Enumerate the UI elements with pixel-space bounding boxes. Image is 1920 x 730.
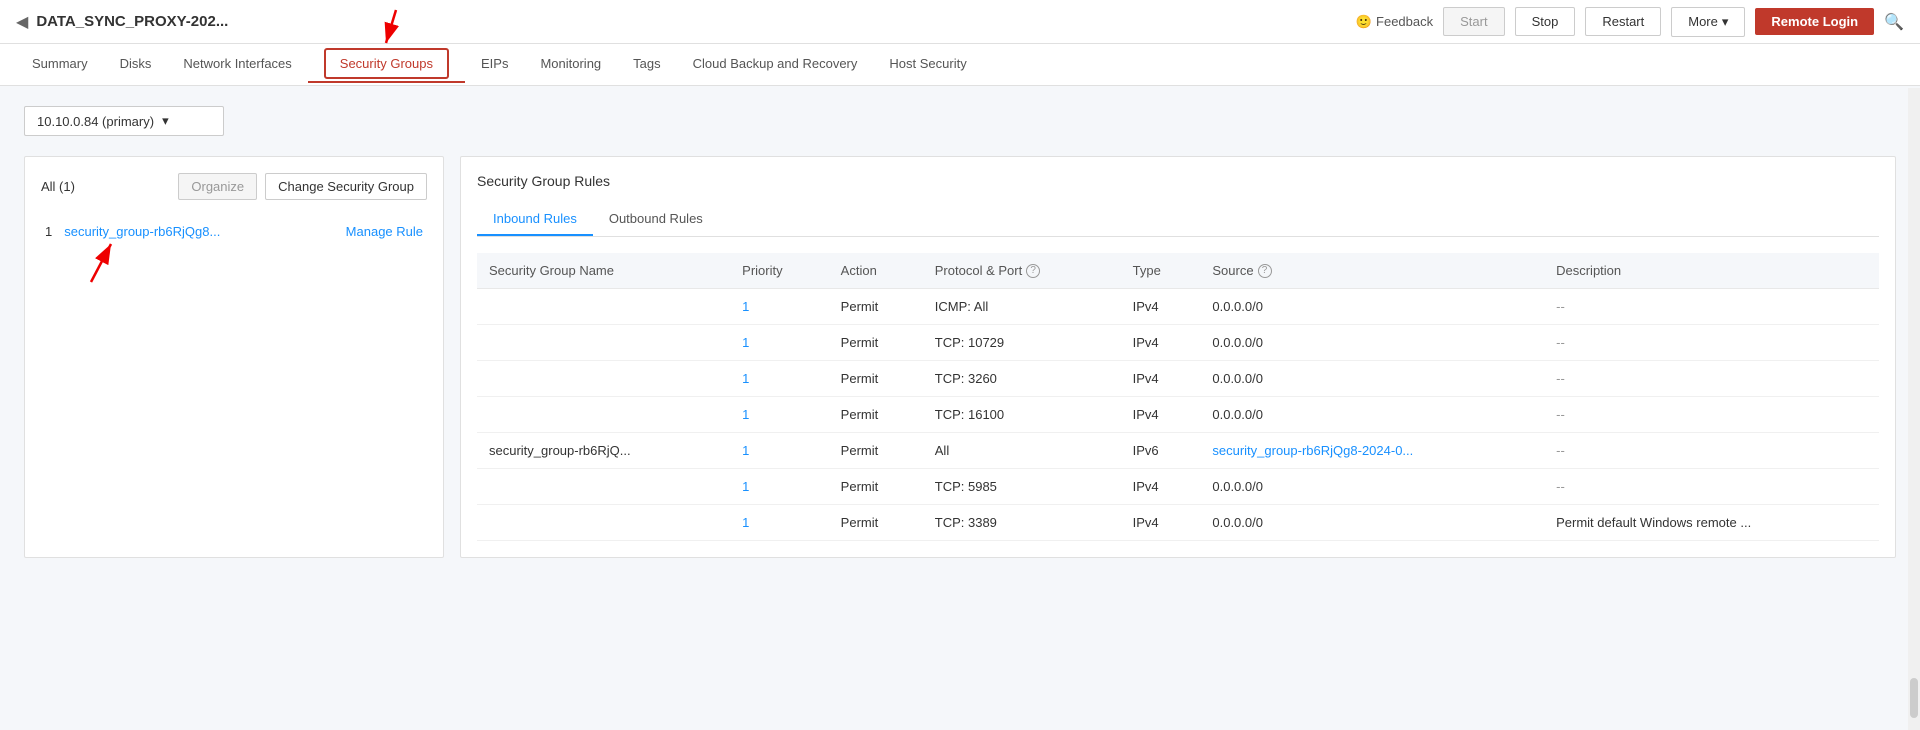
more-button[interactable]: More ▾ [1671,7,1745,37]
rules-table-body: 1PermitICMP: AllIPv40.0.0.0/0--1PermitTC… [477,289,1879,541]
scrollbar[interactable] [1908,88,1920,730]
organize-button: Organize [178,173,257,200]
col-source: Source ? [1200,253,1544,289]
content-area: 10.10.0.84 (primary) ▾ All (1) Organize … [0,86,1920,730]
col-action: Action [829,253,923,289]
col-sg-name: Security Group Name [477,253,730,289]
back-button[interactable]: ◀ [16,12,28,32]
col-priority: Priority [730,253,829,289]
stop-label: Stop [1532,14,1559,29]
left-panel-title: All (1) [41,179,75,194]
page-title: DATA_SYNC_PROXY-202... [36,13,228,30]
right-panel: Security Group Rules Inbound Rules Outbo… [460,156,1896,558]
tab-network-interfaces[interactable]: Network Interfaces [167,46,307,83]
col-description: Description [1544,253,1879,289]
manage-rule-link[interactable]: Manage Rule [346,224,423,239]
tab-security-groups[interactable]: Security Groups [308,46,465,83]
more-chevron-icon: ▾ [1722,14,1729,30]
table-header-row: Security Group Name Priority Action Prot… [477,253,1879,289]
sg-item-number: 1 [45,224,52,239]
top-bar: ◀ DATA_SYNC_PROXY-202... 🙂 Feedback Star… [0,0,1920,44]
right-panel-title: Security Group Rules [477,173,1879,189]
ip-value: 10.10.0.84 (primary) [37,114,154,129]
table-row: 1PermitTCP: 16100IPv40.0.0.0/0-- [477,397,1879,433]
annotation-arrow-sg [81,234,141,287]
tab-eips[interactable]: EIPs [465,46,524,83]
protocol-port-info-icon[interactable]: ? [1026,264,1040,278]
change-security-group-button[interactable]: Change Security Group [265,173,427,200]
top-bar-right: 🙂 Feedback Start Stop Restart More ▾ Rem… [1356,7,1904,37]
search-button[interactable]: 🔍 [1884,12,1904,32]
rules-table-wrap: Security Group Name Priority Action Prot… [477,253,1879,541]
table-row: 1PermitTCP: 3260IPv40.0.0.0/0-- [477,361,1879,397]
restart-label: Restart [1602,14,1644,29]
tab-disks[interactable]: Disks [104,46,168,83]
tab-inbound-rules[interactable]: Inbound Rules [477,203,593,236]
left-panel-header: All (1) Organize Change Security Group [41,173,427,200]
rules-table: Security Group Name Priority Action Prot… [477,253,1879,541]
top-bar-left: ◀ DATA_SYNC_PROXY-202... [16,12,1356,32]
source-info-icon[interactable]: ? [1258,264,1272,278]
tab-monitoring[interactable]: Monitoring [524,46,617,83]
scrollbar-thumb [1910,678,1918,718]
tab-summary[interactable]: Summary [16,46,104,83]
nav-tabs: Summary Disks Network Interfaces Securit… [0,44,1920,86]
start-button: Start [1443,7,1504,36]
left-panel-actions: Organize Change Security Group [178,173,427,200]
search-icon: 🔍 [1884,14,1904,31]
stop-button[interactable]: Stop [1515,7,1576,36]
table-row: 1PermitTCP: 5985IPv40.0.0.0/0-- [477,469,1879,505]
restart-button[interactable]: Restart [1585,7,1661,36]
feedback-face-icon: 🙂 [1356,14,1372,30]
col-protocol-port: Protocol & Port ? [923,253,1121,289]
left-panel: All (1) Organize Change Security Group 1… [24,156,444,558]
col-type: Type [1121,253,1201,289]
remote-login-label: Remote Login [1771,14,1858,29]
table-row: security_group-rb6RjQ...1PermitAllIPv6se… [477,433,1879,469]
security-groups-tab-box: Security Groups [324,48,449,79]
tab-cloud-backup[interactable]: Cloud Backup and Recovery [677,46,874,83]
table-row: 1PermitICMP: AllIPv40.0.0.0/0-- [477,289,1879,325]
more-label: More [1688,14,1718,29]
panels: All (1) Organize Change Security Group 1… [24,156,1896,558]
tab-outbound-rules[interactable]: Outbound Rules [593,203,719,236]
table-row: 1PermitTCP: 10729IPv40.0.0.0/0-- [477,325,1879,361]
sg-list-item: 1 security_group-rb6RjQg8... Manage Rule [41,216,427,247]
sg-item-name[interactable]: security_group-rb6RjQg8... [64,224,345,239]
ip-dropdown[interactable]: 10.10.0.84 (primary) ▾ [24,106,224,136]
ip-selector: 10.10.0.84 (primary) ▾ [24,106,1896,136]
feedback-button[interactable]: 🙂 Feedback [1356,14,1433,30]
tab-host-security[interactable]: Host Security [873,46,982,83]
sub-tabs: Inbound Rules Outbound Rules [477,203,1879,237]
feedback-label: Feedback [1376,14,1433,29]
ip-dropdown-chevron-icon: ▾ [162,113,169,129]
tab-tags[interactable]: Tags [617,46,676,83]
remote-login-button[interactable]: Remote Login [1755,8,1874,35]
table-row: 1PermitTCP: 3389IPv40.0.0.0/0Permit defa… [477,505,1879,541]
start-label: Start [1460,14,1487,29]
